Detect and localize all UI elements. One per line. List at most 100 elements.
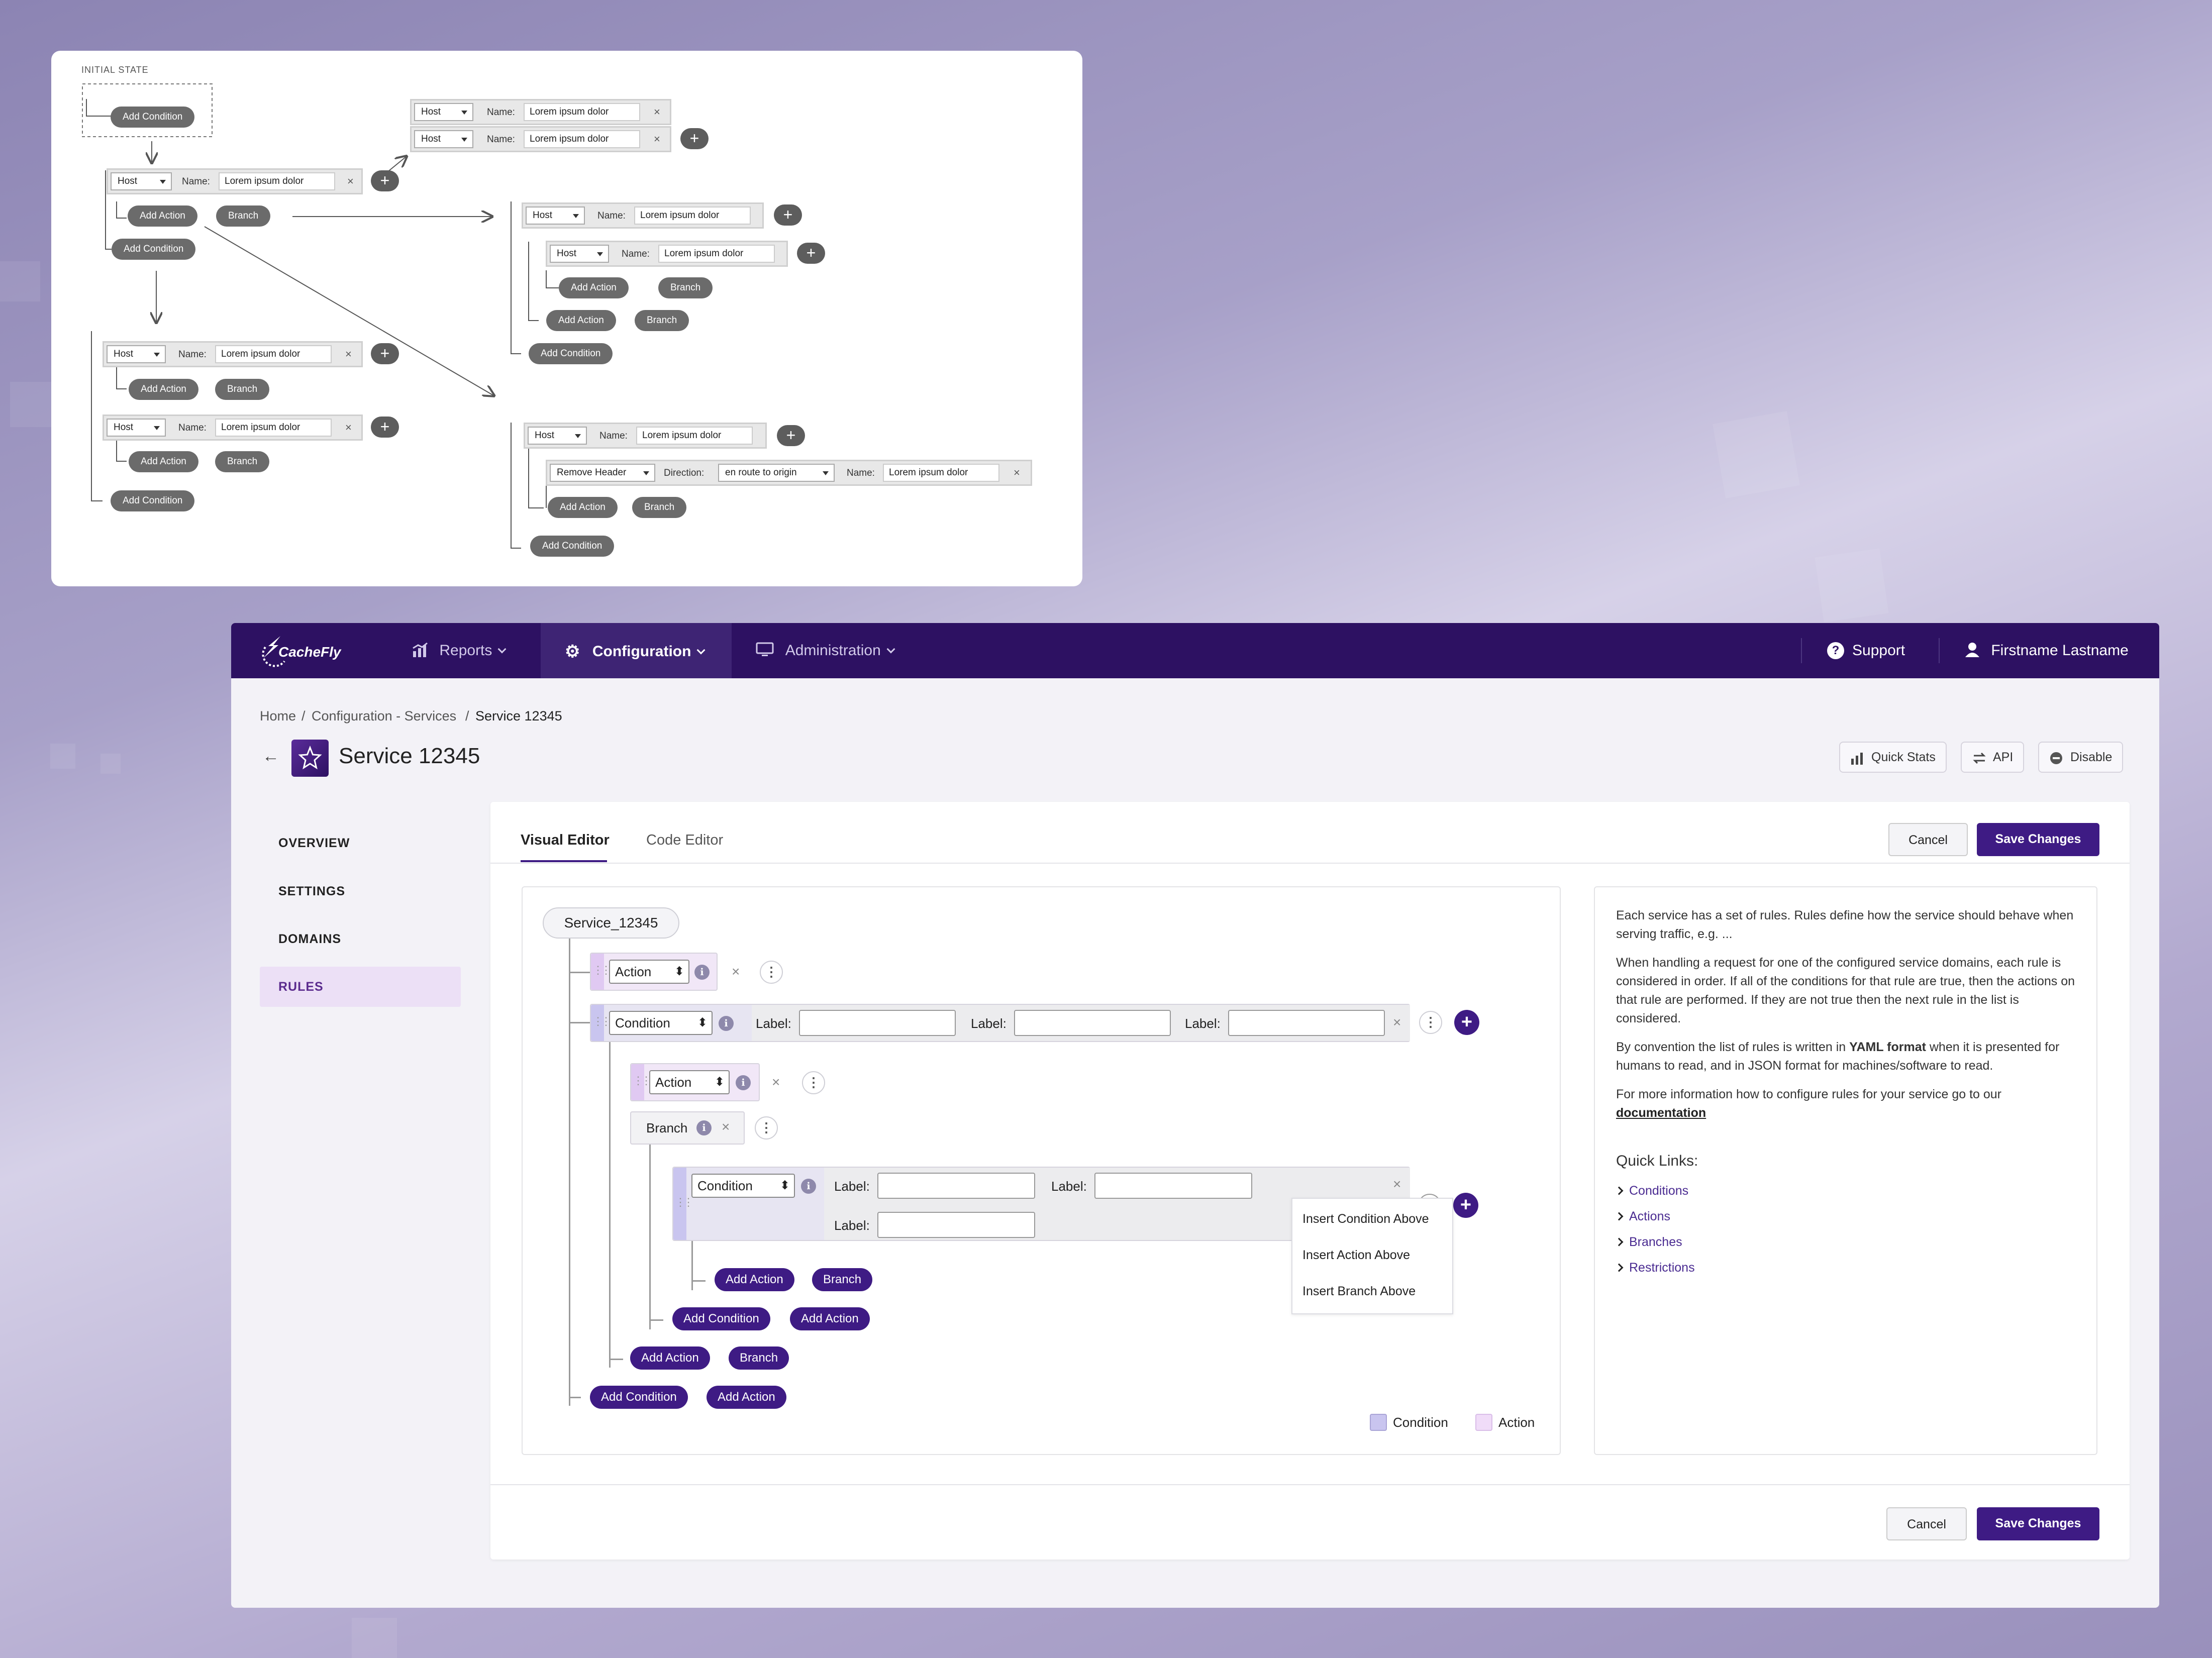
add-rule-plus-button[interactable]: + [1453, 1193, 1478, 1218]
condition-rule: Condition i Label: Label: Label: × [590, 1004, 1410, 1042]
more-options-button[interactable]: ⋮ [760, 961, 783, 984]
label-input[interactable] [1014, 1010, 1171, 1036]
sidebar-item-domains[interactable]: DOMAINS [260, 919, 461, 959]
condition-select[interactable]: Condition [691, 1174, 795, 1198]
wf-plus-button: + [371, 343, 399, 364]
close-icon[interactable]: × [1393, 1177, 1401, 1192]
close-icon[interactable]: × [732, 964, 740, 979]
quick-link-restrictions[interactable]: Restrictions [1616, 1255, 2075, 1281]
wf-close-icon: × [345, 348, 352, 360]
tree-line [649, 1319, 663, 1321]
breadcrumb-configuration-services[interactable]: Configuration - Services [312, 708, 456, 724]
top-nav: CacheFly Reports ⚙ Configuration Adminis… [231, 623, 2159, 678]
drag-handle[interactable] [591, 1005, 609, 1041]
add-rule-plus-button[interactable]: + [1454, 1010, 1479, 1035]
visual-editor: Service_12345 Action i × ⋮ Condition i L… [522, 886, 1561, 1455]
label-input[interactable] [799, 1010, 956, 1036]
save-changes-button[interactable]: Save Changes [1977, 1507, 2099, 1540]
nav-administration[interactable]: Administration [756, 623, 895, 678]
wf-name-input: Lorem ipsum dolor [636, 427, 753, 445]
nav-configuration[interactable]: ⚙ Configuration [541, 623, 732, 678]
more-options-button[interactable]: ⋮ [1419, 1011, 1442, 1034]
cancel-button[interactable]: Cancel [1886, 1507, 1967, 1540]
action-select[interactable]: Action [649, 1070, 730, 1094]
branch-label: Branch [646, 1120, 688, 1135]
save-changes-button[interactable]: Save Changes [1977, 823, 2099, 856]
cancel-button[interactable]: Cancel [1888, 823, 1968, 856]
branch-button[interactable]: Branch [729, 1346, 789, 1370]
wf-add-condition-button: Add Condition [530, 536, 615, 557]
close-icon[interactable]: × [722, 1119, 730, 1134]
tab-code-editor[interactable]: Code Editor [646, 832, 723, 849]
info-icon[interactable]: i [719, 1016, 734, 1031]
wf-add-condition-button: Add Condition [112, 239, 196, 260]
sidebar-item-settings[interactable]: SETTINGS [260, 871, 461, 911]
label-input[interactable] [877, 1212, 1035, 1238]
quick-link-branches[interactable]: Branches [1616, 1229, 2075, 1255]
label-input[interactable] [1228, 1010, 1385, 1036]
add-action-button[interactable]: Add Action [715, 1268, 794, 1291]
wf-close-icon: × [345, 421, 352, 434]
back-arrow-icon[interactable]: ← [262, 747, 279, 766]
label-text: Label: [971, 1016, 1007, 1031]
tree-line [609, 1359, 623, 1360]
breadcrumb-home[interactable]: Home [260, 708, 296, 724]
branch-button[interactable]: Branch [812, 1268, 873, 1291]
label-input[interactable] [877, 1173, 1035, 1199]
add-action-button[interactable]: Add Action [630, 1346, 710, 1370]
breadcrumb-current: Service 12345 [475, 708, 562, 723]
root-service-node[interactable]: Service_12345 [543, 907, 679, 939]
quick-link-actions[interactable]: Actions [1616, 1204, 2075, 1229]
nav-reports[interactable]: Reports [412, 623, 507, 678]
info-icon[interactable]: i [696, 1120, 712, 1135]
wf-plus-button: + [774, 204, 802, 226]
sidebar-item-rules[interactable]: RULES [260, 967, 461, 1007]
more-options-button[interactable]: ⋮ [755, 1116, 778, 1139]
condition-select[interactable]: Condition [609, 1011, 713, 1035]
info-icon[interactable]: i [694, 965, 710, 980]
api-button[interactable]: API [1961, 742, 2025, 773]
add-condition-button[interactable]: Add Condition [672, 1307, 770, 1330]
disable-button[interactable]: Disable [2038, 742, 2124, 773]
wf-branch-button: Branch [215, 451, 270, 472]
quick-link-conditions[interactable]: Conditions [1616, 1178, 2075, 1204]
add-condition-button[interactable]: Add Condition [590, 1386, 688, 1409]
add-action-button[interactable]: Add Action [707, 1386, 786, 1409]
wf-close-icon: × [654, 106, 660, 118]
quick-stats-button[interactable]: Quick Stats [1839, 742, 1947, 773]
swap-icon [1973, 752, 1986, 764]
tab-visual-editor[interactable]: Visual Editor [521, 832, 610, 849]
label-input[interactable] [1094, 1173, 1252, 1199]
wf-name-label: Name: [622, 249, 650, 259]
nav-user-label: Firstname Lastname [1991, 642, 2129, 659]
initial-state-label: INITIAL STATE [81, 65, 149, 75]
tab-divider [490, 863, 2130, 864]
chart-icon [413, 642, 428, 657]
documentation-link[interactable]: documentation [1616, 1106, 1706, 1120]
breadcrumb-separator: / [465, 708, 469, 723]
help-text: By convention the list of rules is writt… [1616, 1040, 1850, 1054]
nav-reports-label: Reports [439, 642, 492, 659]
add-action-button[interactable]: Add Action [790, 1307, 870, 1330]
drag-handle[interactable] [673, 1168, 691, 1240]
close-icon[interactable]: × [1393, 1015, 1401, 1030]
menu-insert-action-above[interactable]: Insert Action Above [1292, 1237, 1452, 1273]
tree-line [609, 1042, 611, 1368]
action-select[interactable]: Action [609, 960, 689, 984]
wf-close-icon: × [654, 133, 660, 145]
sidebar-item-overview[interactable]: OVERVIEW [260, 823, 461, 863]
close-icon[interactable]: × [772, 1075, 780, 1090]
drag-handle[interactable] [591, 954, 609, 990]
wf-plus-button: + [797, 243, 825, 264]
cachefly-logo[interactable]: CacheFly [258, 632, 344, 669]
tree-line [649, 1138, 651, 1329]
wf-close-icon: × [347, 175, 354, 187]
menu-insert-condition-above[interactable]: Insert Condition Above [1292, 1201, 1452, 1237]
menu-insert-branch-above[interactable]: Insert Branch Above [1292, 1273, 1452, 1309]
nav-user-menu[interactable]: Firstname Lastname [1965, 623, 2129, 678]
info-icon[interactable]: i [801, 1179, 816, 1194]
info-icon[interactable]: i [736, 1075, 751, 1090]
drag-handle[interactable] [631, 1064, 649, 1100]
nav-support[interactable]: ? Support [1827, 623, 1905, 678]
more-options-button[interactable]: ⋮ [802, 1071, 825, 1094]
